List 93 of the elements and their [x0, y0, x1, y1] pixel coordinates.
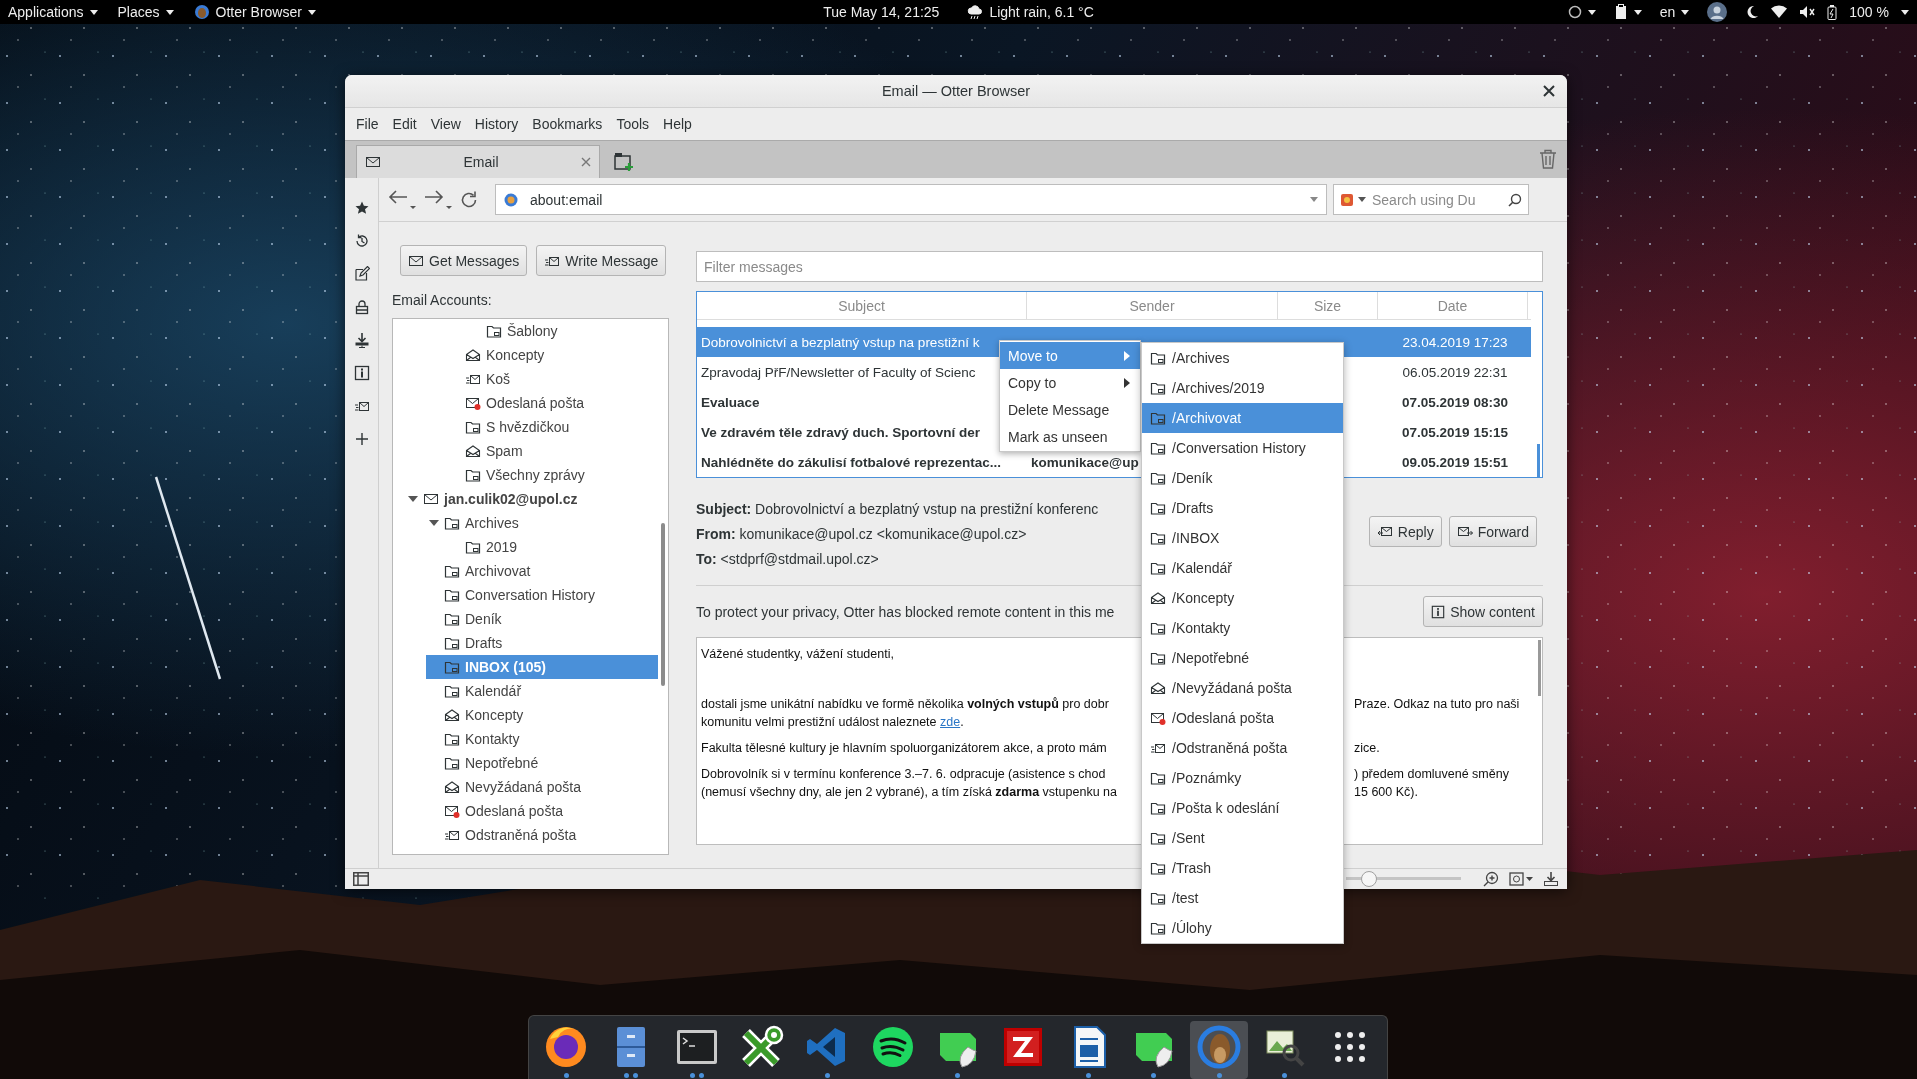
- menu-item[interactable]: /Odeslaná pošta: [1142, 703, 1343, 733]
- window-title: Email — Otter Browser: [881, 83, 1031, 99]
- menu-item[interactable]: /Nepotřebné: [1142, 643, 1343, 673]
- tree-item[interactable]: jan.culik02@upol.cz: [405, 487, 658, 511]
- sender-cell-text: komunikace@up: [1030, 454, 1140, 470]
- menu-item[interactable]: View: [423, 116, 468, 132]
- weather-indicator[interactable]: Light rain, 6.1 °C: [967, 4, 1094, 20]
- tree-item[interactable]: Kontakty: [426, 727, 658, 751]
- panel-menu[interactable]: Otter Browser: [193, 4, 316, 20]
- language-menu[interactable]: en: [1659, 4, 1690, 20]
- date-cell-text: 07.05.2019 15:15: [1401, 424, 1509, 440]
- menu-item[interactable]: Mark as unseen: [1000, 423, 1140, 450]
- menu-item[interactable]: Bookmarks: [525, 116, 610, 132]
- body-text: Praze. Odkaz na tuto pro naši: [1354, 696, 1521, 713]
- tree-item[interactable]: Archives: [426, 511, 658, 535]
- body-text: (nemusí všechny dny, ale jen 2 vybrané), a tím získá zdarma vstupenku na: [701, 784, 1118, 801]
- tree-item[interactable]: Koncepty: [447, 343, 658, 367]
- menu-item[interactable]: File: [349, 116, 386, 132]
- tree-item[interactable]: Koncepty: [426, 703, 658, 727]
- menu-item[interactable]: /Archives: [1142, 343, 1343, 373]
- column-header[interactable]: Subject: [697, 292, 1027, 319]
- search-field[interactable]: Search using Du: [1370, 190, 1504, 209]
- menu-item[interactable]: /Koncepty: [1142, 583, 1343, 613]
- date-cell-text: 09.05.2019 15:51: [1401, 454, 1509, 470]
- body-text: Vážené studentky, vážení studenti,: [701, 646, 895, 663]
- tree-item[interactable]: Archivovat: [426, 559, 658, 583]
- menu-item[interactable]: /test: [1142, 883, 1343, 913]
- menu-item[interactable]: /Kalendář: [1142, 553, 1343, 583]
- tree-item[interactable]: Koš: [447, 367, 658, 391]
- subject-cell[interactable]: Nahlédněte do zákulisí fotbalové reprezentac...: [697, 454, 1027, 470]
- tree-item[interactable]: Odeslaná pošta: [426, 799, 658, 823]
- header-field: To: <stdprf@stdmail.upol.cz>: [696, 547, 879, 574]
- tree-item[interactable]: Nepotřebné: [426, 751, 658, 775]
- menu-item[interactable]: /INBOX: [1142, 523, 1343, 553]
- filter-field[interactable]: Filter messages: [696, 251, 1543, 282]
- column-header[interactable]: Size: [1278, 292, 1378, 319]
- show-content-button[interactable]: Show content: [1423, 596, 1543, 627]
- tree-item[interactable]: Kalendář: [426, 679, 658, 703]
- menu-item[interactable]: /Poznámky: [1142, 763, 1343, 793]
- privacy-notice: To protect your privacy, Otter has blocked remote content in this me: [696, 603, 1115, 620]
- tree-item[interactable]: Všechny zprávy: [447, 463, 658, 487]
- tree-item[interactable]: Deník: [426, 607, 658, 631]
- menu-item[interactable]: History: [467, 116, 526, 132]
- section-label: Email Accounts:: [392, 291, 493, 309]
- search-bar[interactable]: Search using Du: [1333, 184, 1529, 215]
- menu-item[interactable]: /Drafts: [1142, 493, 1343, 523]
- tree-item[interactable]: Odstraněná pošta: [426, 823, 658, 847]
- menu-item[interactable]: Help: [656, 116, 699, 132]
- menu-item[interactable]: /Úlohy: [1142, 913, 1343, 943]
- menu-item[interactable]: /Kontakty: [1142, 613, 1343, 643]
- menu-item[interactable]: /Deník: [1142, 463, 1343, 493]
- panel-menu[interactable]: Applications: [8, 4, 98, 20]
- tree-item[interactable]: Conversation History: [426, 583, 658, 607]
- body-text: Dobrovolník si v termínu konference 3.–7. 6. odpracuje (asistence s chod: [701, 766, 1107, 783]
- forward-button[interactable]: Forward: [1448, 516, 1537, 547]
- tab[interactable]: Email: [356, 145, 600, 178]
- body-text: ) předem domluvené směny: [1354, 766, 1510, 783]
- tree-item[interactable]: Spam: [447, 439, 658, 463]
- menu-item[interactable]: /Pošta k odeslání: [1142, 793, 1343, 823]
- write-button[interactable]: Write Message: [536, 245, 667, 276]
- body-text: zice.: [1354, 740, 1381, 757]
- body-text: Fakulta tělesné kultury je hlavním spoluorganizátorem akce, a proto mám: [701, 740, 1108, 757]
- menu-item[interactable]: /Archives/2019: [1142, 373, 1343, 403]
- tree-item[interactable]: 2019: [447, 535, 658, 559]
- date-cell-text: 07.05.2019 08:30: [1401, 394, 1509, 410]
- system-menu[interactable]: 100 %: [1745, 4, 1909, 20]
- body-text: 15 600 Kč).: [1354, 784, 1419, 801]
- reply-button[interactable]: Reply: [1368, 516, 1442, 547]
- tree-item[interactable]: Odeslaná pošta: [447, 391, 658, 415]
- menu-item[interactable]: Delete Message: [1000, 396, 1140, 423]
- menu-item[interactable]: /Trash: [1142, 853, 1343, 883]
- tree-item[interactable]: S hvězdičkou: [447, 415, 658, 439]
- address-bar[interactable]: about:email: [495, 184, 1327, 215]
- menu-item[interactable]: Tools: [609, 116, 657, 132]
- menu-item[interactable]: /Nevyžádaná pošta: [1142, 673, 1343, 703]
- header-field: Subject: Dobrovolnictví a bezplatný vstup na prestižní konferenc: [696, 497, 1099, 522]
- tree-item[interactable]: Nevyžádaná pošta: [426, 775, 658, 799]
- header-field: From: komunikace@upol.cz <komunikace@upol.cz>: [696, 522, 1027, 547]
- menu-item[interactable]: Edit: [385, 116, 424, 132]
- panel-menu[interactable]: Places: [117, 4, 174, 20]
- tree-item[interactable]: Drafts: [426, 631, 658, 655]
- body-text: komunitu velmi prestižní událost naleznete zde.: [701, 714, 965, 731]
- date-cell-text: 06.05.2019 22:31: [1401, 364, 1509, 380]
- date-cell-text: 23.04.2019 17:23: [1401, 334, 1509, 350]
- menu-item[interactable]: /Conversation History: [1142, 433, 1343, 463]
- menu-item[interactable]: Copy to: [1000, 369, 1140, 396]
- get-button[interactable]: Get Messages: [400, 245, 528, 276]
- clock[interactable]: Tue May 14, 21:25: [823, 4, 940, 20]
- tree-item[interactable]: Šablony: [468, 319, 658, 343]
- address-field[interactable]: about:email: [528, 190, 1300, 209]
- menu-item[interactable]: /Odstraněná pošta: [1142, 733, 1343, 763]
- body-text: dostali jsme unikátní nabídku ve formě několika volných vstupů pro dobr: [701, 696, 1110, 713]
- menu-item[interactable]: /Sent: [1142, 823, 1343, 853]
